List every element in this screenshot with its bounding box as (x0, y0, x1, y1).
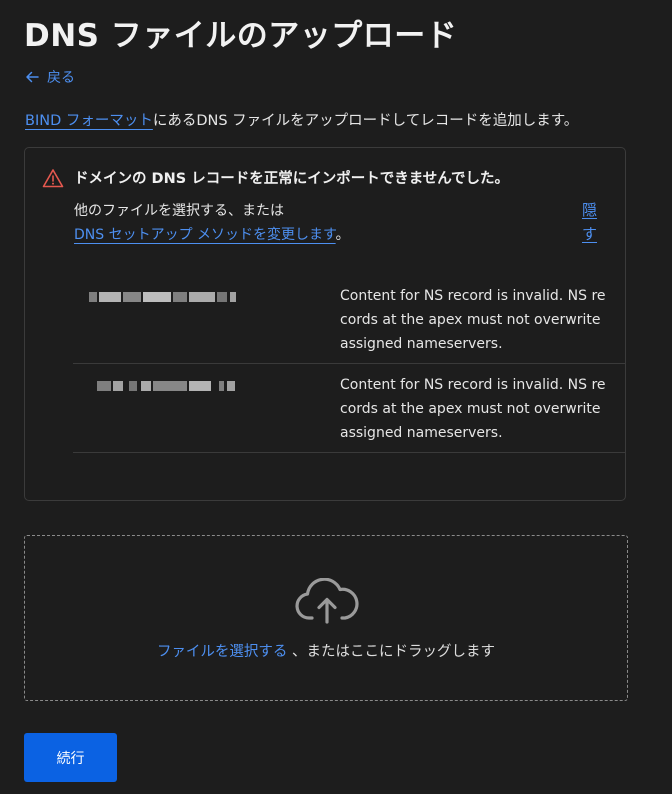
error-description: 他のファイルを選択する、または (74, 203, 284, 219)
redacted-record-name (89, 381, 239, 391)
warning-triangle-icon (42, 169, 64, 188)
dropzone-text: ファイルを選択する 、またはここにドラッグします (25, 640, 627, 661)
error-records-table: Content for NS record is invalid. NS rec… (73, 275, 626, 453)
page-title: DNS ファイルのアップロード (24, 18, 458, 54)
redacted-record-name (89, 292, 239, 302)
error-message: Content for NS record is invalid. NS rec… (340, 377, 606, 441)
intro-rest: にあるDNS ファイルをアップロードしてレコードを追加します。 (152, 113, 579, 129)
select-file-link[interactable]: ファイルを選択する (157, 644, 288, 660)
file-dropzone[interactable]: ファイルを選択する 、またはここにドラッグします (24, 535, 628, 701)
dropzone-rest: 、またはここにドラッグします (287, 644, 496, 660)
import-error-panel: ドメインの DNS レコードを正常にインポートできませんでした。 他のファイルを… (24, 147, 626, 501)
hide-errors-link[interactable]: 隠す (582, 198, 600, 246)
back-link[interactable]: 戻る (25, 67, 75, 87)
upload-dns-page: DNS ファイルのアップロード 戻る BIND フォーマットにあるDNS ファイ… (0, 0, 672, 794)
bind-format-link[interactable]: BIND フォーマット (25, 113, 153, 129)
change-dns-setup-link[interactable]: DNS セットアップ メソッドを変更します (74, 227, 336, 243)
intro-text: BIND フォーマットにあるDNS ファイルをアップロードしてレコードを追加しま… (25, 109, 578, 130)
continue-button[interactable]: 続行 (24, 733, 117, 782)
error-message: Content for NS record is invalid. NS rec… (340, 288, 606, 352)
arrow-left-icon (26, 71, 39, 83)
table-row: Content for NS record is invalid. NS rec… (73, 364, 626, 453)
error-action-line: DNS セットアップ メソッドを変更します。 (74, 224, 350, 244)
cloud-upload-icon (295, 578, 359, 624)
table-row: Content for NS record is invalid. NS rec… (73, 275, 626, 364)
error-line2-suffix: 。 (335, 227, 350, 243)
back-label: 戻る (47, 70, 75, 86)
error-title: ドメインの DNS レコードを正常にインポートできませんでした。 (74, 171, 510, 187)
